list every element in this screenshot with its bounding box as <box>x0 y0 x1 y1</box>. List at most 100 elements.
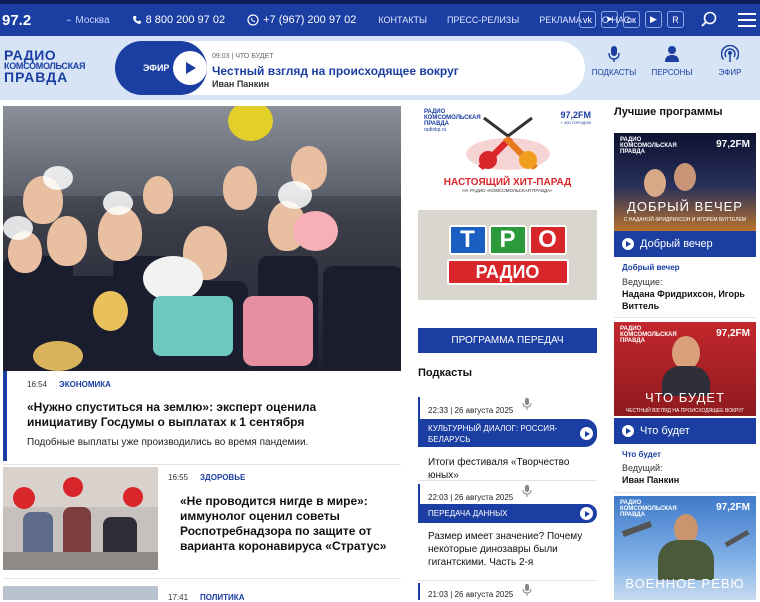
best-programs-title[interactable]: Лучшие программы <box>614 106 723 118</box>
nav-live[interactable]: ЭФИР <box>701 44 759 77</box>
live-player: ЭФИР 09:03 | ЧТО БУДЕТ Честный взгляд на… <box>115 41 585 95</box>
best-sub[interactable]: Что будет <box>622 450 661 459</box>
vk-icon[interactable]: vk <box>579 11 596 28</box>
best-item-2[interactable]: РАДИО КОМСОМОЛЬСКАЯ ПРАВДА 97,2FM ЧТО БУДЕ… <box>614 322 756 492</box>
now-playing-host[interactable]: Иван Панкин <box>212 79 269 89</box>
tro-radio-banner[interactable]: Т Р О РАДИО <box>418 210 597 300</box>
divider <box>418 580 597 581</box>
live-label: ЭФИР <box>143 63 170 73</box>
hosts-names[interactable]: Иван Панкин <box>622 475 679 485</box>
news-meta: 17:41 ПОЛИТИКА <box>168 593 244 602</box>
best-item-1[interactable]: РАДИО КОМСОМОЛЬСКАЯ ПРАВДА 97,2FM ДОБРЫЙ В… <box>614 133 756 313</box>
cover-fm: 97,2FM <box>716 328 750 339</box>
rutube-icon[interactable]: R <box>667 11 684 28</box>
tro-letter-1: Т <box>448 225 487 255</box>
microphone-icon <box>522 398 532 410</box>
nav-ads[interactable]: РЕКЛАМА <box>539 15 582 25</box>
hosts-label: Ведущий: <box>622 463 663 473</box>
cover-logo-line-3: ПРАВДА <box>620 512 645 518</box>
city-label: Москва <box>75 14 110 26</box>
best-plate[interactable]: Что будет <box>614 418 756 444</box>
news-item-1[interactable]: 16:54 ЭКОНОМИКА «Нужно спуститься на зем… <box>3 371 401 461</box>
podcast-item-3[interactable]: 21:03 | 26 августа 2025 <box>418 583 597 600</box>
youtube-icon[interactable]: ▶ <box>645 11 662 28</box>
news-category[interactable]: ЭКОНОМИКА <box>59 380 111 389</box>
best-item-3[interactable]: РАДИО КОМСОМОЛЬСКАЯ ПРАВДА 97,2FM ВОЕННОЕ … <box>614 496 756 600</box>
play-icon <box>584 430 590 437</box>
city-selector[interactable]: ⌁ Москва <box>66 15 110 26</box>
cover-fm: 97,2FM <box>716 139 750 150</box>
logo-line-3: ПРАВДА <box>4 69 69 85</box>
best-name: Что будет <box>640 425 690 437</box>
hosts-names[interactable]: Надана Фридрихсон, Игорь Виттель <box>622 289 745 311</box>
play-button[interactable] <box>173 51 207 85</box>
header-nav: ПОДКАСТЫ ПЕРСОНЫ ЭФИР <box>585 44 759 77</box>
now-playing-title[interactable]: Честный взгляд на происходящее вокруг <box>212 64 459 78</box>
nav-press[interactable]: ПРЕСС-РЕЛИЗЫ <box>447 15 519 25</box>
phone-link-1[interactable]: 8 800 200 97 02 <box>132 14 226 26</box>
hit-parade-banner[interactable]: РАДИО КОМСОМОЛЬСКАЯ ПРАВДА radiokp.ru 97… <box>418 106 597 194</box>
phone-link-2[interactable]: +7 (967) 200 97 02 <box>247 14 356 26</box>
microphone-icon <box>522 485 532 497</box>
cover-logo: РАДИО КОМСОМОЛЬСКАЯ ПРАВДА <box>620 137 677 155</box>
news-time: 16:55 <box>168 473 189 482</box>
now-playing-time: 09:03 | ЧТО БУДЕТ <box>212 53 274 60</box>
podcast-item-2[interactable]: 22:03 | 26 августа 2025 ПЕРЕДАЧА ДАННЫХ … <box>418 484 597 576</box>
program-button[interactable]: ПРОГРАММА ПЕРЕДАЧ <box>418 328 597 353</box>
best-name: Добрый вечер <box>640 238 713 250</box>
news-category[interactable]: ПОЛИТИКА <box>200 593 244 602</box>
news-category[interactable]: ЗДОРОВЬЕ <box>200 473 245 482</box>
phone-1-text: 8 800 200 97 02 <box>145 14 226 26</box>
best-sub[interactable]: Добрый вечер <box>622 263 680 272</box>
best-cover-2[interactable]: РАДИО КОМСОМОЛЬСКАЯ ПРАВДА 97,2FM ЧТО БУДЕ… <box>614 322 756 416</box>
podcast-show[interactable]: ПЕРЕДАЧА ДАННЫХ <box>418 504 597 523</box>
broadcast-icon <box>721 45 739 62</box>
news-title[interactable]: «Нужно спуститься на землю»: эксперт оце… <box>27 400 387 430</box>
play-icon <box>186 62 196 74</box>
play-icon <box>584 510 590 517</box>
play-button[interactable] <box>580 507 593 520</box>
frequency: 97.2 <box>2 11 32 29</box>
play-button[interactable] <box>580 427 593 440</box>
ok-icon[interactable]: ок <box>623 11 640 28</box>
podcast-show-label: ПЕРЕДАЧА ДАННЫХ <box>428 509 508 518</box>
podcast-meta: 22:03 | 26 августа 2025 <box>428 493 514 502</box>
telegram-icon[interactable]: ➤ <box>601 11 618 28</box>
news-3-image[interactable] <box>3 586 158 600</box>
play-button[interactable] <box>622 425 634 437</box>
menu-icon[interactable] <box>738 13 756 31</box>
nav-podcasts[interactable]: ПОДКАСТЫ <box>585 44 643 77</box>
phone-icon <box>132 16 141 24</box>
best-cover-1[interactable]: РАДИО КОМСОМОЛЬСКАЯ ПРАВДА 97,2FM ДОБРЫЙ В… <box>614 133 756 231</box>
tro-letter-2: Р <box>488 225 527 255</box>
best-hosts: Ведущие: Надана Фридрихсон, Игорь Виттел… <box>622 276 752 312</box>
play-icon <box>626 241 631 247</box>
logo[interactable]: РАДИО КОМСОМОЛЬСКАЯ ПРАВДА <box>4 48 92 85</box>
cover-logo: РАДИО КОМСОМОЛЬСКАЯ ПРАВДА <box>620 500 677 518</box>
best-cover-3[interactable]: РАДИО КОМСОМОЛЬСКАЯ ПРАВДА 97,2FM ВОЕННОЕ … <box>614 496 756 600</box>
podcast-show-label: КУЛЬТУРНЫЙ ДИАЛОГ: РОССИЯ-БЕЛАРУСЬ <box>428 424 558 444</box>
main-news-photo[interactable] <box>3 106 401 371</box>
news-time: 16:54 <box>27 380 48 389</box>
divider <box>418 480 597 481</box>
nav-contacts[interactable]: КОНТАКТЫ <box>378 15 427 25</box>
news-2-image[interactable] <box>3 467 158 570</box>
banner-subtitle: НА РАДИО «КОМСОМОЛЬСКАЯ ПРАВДА» <box>462 188 553 193</box>
podcast-bar <box>418 583 420 600</box>
best-plate[interactable]: Добрый вечер <box>614 231 756 257</box>
news-lead: Подобные выплаты уже производились во вр… <box>27 437 309 448</box>
podcasts-title[interactable]: Подкасты <box>418 367 472 379</box>
divider <box>614 492 756 493</box>
podcast-title[interactable]: Итоги фестиваля «Творчество юных» <box>428 456 593 482</box>
podcast-item-1[interactable]: 22:33 | 26 августа 2025 КУЛЬТУРНЫЙ ДИАЛО… <box>418 397 597 481</box>
cover-name: ЧТО БУДЕТ <box>644 390 726 405</box>
play-button[interactable] <box>622 238 634 250</box>
search-icon[interactable] <box>700 11 718 29</box>
tro-logo: Т Р О <box>448 225 567 255</box>
podcast-title[interactable]: Размер имеет значение? Почему некоторые … <box>428 530 593 569</box>
microphone-icon <box>608 46 620 62</box>
news-title[interactable]: «Не проводится нигде в мире»: иммунолог … <box>180 494 390 554</box>
podcast-show[interactable]: КУЛЬТУРНЫЙ ДИАЛОГ: РОССИЯ-БЕЛАРУСЬ <box>418 419 597 447</box>
nav-persons[interactable]: ПЕРСОНЫ <box>643 44 701 77</box>
hosts-label: Ведущие: <box>622 277 663 287</box>
